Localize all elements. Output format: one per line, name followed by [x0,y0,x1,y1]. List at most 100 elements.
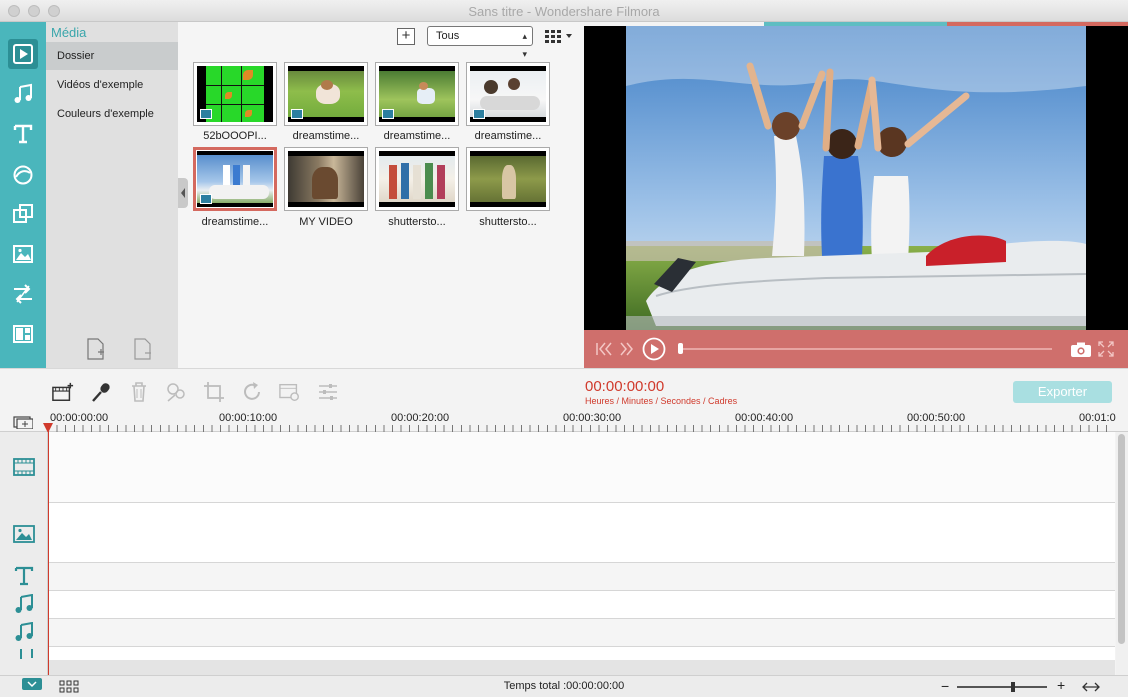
title-bar: Sans titre - Wondershare Filmora [0,0,1128,22]
image-icon [13,525,35,543]
image-type-icon [473,109,485,119]
text-icon [13,124,33,144]
text-track[interactable] [49,563,1115,591]
image-icon [13,245,33,263]
import-media-button[interactable]: + [397,28,415,45]
image-type-icon [200,109,212,119]
zoom-in-button[interactable]: + [1057,677,1065,693]
image-track[interactable] [49,503,1115,563]
text-icon [14,566,34,586]
category-sample-colors[interactable]: Couleurs d'exemple [46,100,178,128]
zoom-slider[interactable] [957,686,1047,688]
media-caption: shuttersto... [479,216,537,228]
view-mode-button[interactable] [544,28,576,44]
ruler-label: 00:00:40:00 [735,412,794,424]
transitions-module-button[interactable] [8,279,38,309]
scene-settings-icon [279,383,299,401]
horizontal-scrollbar[interactable] [49,660,1115,675]
crop-icon [204,382,224,402]
ruler-label: 00:00:50:00 [907,412,966,424]
export-button[interactable]: Exporter [1013,381,1112,403]
fit-timeline-icon[interactable] [1082,682,1100,692]
app-window: Sans titre - Wondershare Filmora Média D… [0,0,1128,697]
media-thumbnail[interactable] [193,62,277,126]
media-library: + Tous ▴ ▾ 52bOOOPI... dreamstime... dre… [178,22,584,368]
scrollbar-thumb[interactable] [1118,434,1125,644]
adjust-button[interactable] [317,381,339,403]
preview-image [626,26,1086,330]
music-track-header[interactable] [11,649,37,659]
crop-button[interactable] [203,381,225,403]
filter-icon [13,165,33,185]
filters-module-button[interactable] [8,160,38,190]
image-track-header[interactable] [11,523,37,545]
media-thumbnail[interactable] [284,62,368,126]
audio-module-button[interactable] [8,79,38,109]
music-note-icon [20,649,33,659]
record-voiceover-button[interactable] [90,381,112,403]
timeline-ruler[interactable]: 00:00:00:00 00:00:10:00 00:00:20:00 00:0… [0,410,1128,433]
text-module-button[interactable] [8,119,38,149]
category-folder[interactable]: Dossier [46,42,178,70]
preview-panel [584,22,1128,368]
video-track-header[interactable] [11,456,37,478]
media-module-button[interactable] [8,39,38,69]
add-track-button[interactable] [52,381,74,403]
play-icon[interactable] [642,337,666,361]
add-media-icon [52,382,74,401]
music-track-header[interactable] [11,621,37,643]
new-folder-button[interactable] [86,338,106,360]
window-title: Sans titre - Wondershare Filmora [468,4,660,19]
rewind-icon[interactable] [596,342,612,356]
add-track-icon[interactable] [13,415,33,429]
scene-settings-button[interactable] [279,381,301,403]
rotate-button[interactable] [241,381,263,403]
scrubber-handle[interactable] [678,343,683,354]
media-icon [13,44,33,64]
music-track[interactable] [49,591,1115,619]
image-type-icon [291,109,303,119]
fast-forward-icon[interactable] [620,342,636,356]
video-track[interactable] [49,432,1115,503]
ruler-label: 00:01:0 [1079,412,1116,424]
module-rail [0,22,46,368]
status-bar: Temps total :00:00:00:00 − + [0,675,1128,697]
collapse-sidebar-button[interactable] [178,178,188,208]
overlays-module-button[interactable] [8,199,38,229]
media-thumbnail-selected[interactable] [193,147,277,211]
media-thumbnail[interactable] [375,147,459,211]
vertical-scrollbar[interactable] [1116,432,1128,675]
zoom-slider-handle[interactable] [1011,682,1015,692]
fullscreen-icon[interactable] [1098,341,1114,357]
text-track-header[interactable] [11,565,37,587]
camera-icon[interactable] [1070,342,1092,358]
plus-icon: + [401,27,411,44]
media-caption: MY VIDEO [299,216,353,228]
delete-folder-button[interactable] [133,338,153,360]
media-caption: dreamstime... [474,130,542,142]
media-thumbnail[interactable] [466,147,550,211]
ruler-label: 00:00:00:00 [50,412,109,424]
ruler-label: 00:00:30:00 [563,412,622,424]
chevron-left-icon [181,188,185,198]
speed-button[interactable] [165,381,187,403]
media-thumbnail[interactable] [466,62,550,126]
preview-viewport[interactable] [626,26,1086,330]
zoom-out-button[interactable]: − [941,678,949,694]
ruler-label: 00:00:10:00 [219,412,278,424]
music-track-header[interactable] [11,593,37,615]
music-track[interactable] [49,619,1115,647]
media-caption: shuttersto... [388,216,446,228]
delete-button[interactable] [128,381,150,403]
playhead-line [48,423,49,675]
media-filter-select[interactable]: Tous ▴ ▾ [427,26,533,59]
media-thumbnail[interactable] [284,147,368,211]
elements-module-button[interactable] [8,239,38,269]
split-screen-module-button[interactable] [8,319,38,349]
media-thumbnail[interactable] [375,62,459,126]
preview-scrubber[interactable] [680,348,1052,350]
category-sample-videos[interactable]: Vidéos d'exemple [46,71,178,99]
media-caption: dreamstime... [292,130,360,142]
remove-file-icon [134,338,151,360]
edit-toolbar: 00:00:00:00 Heures / Minutes / Secondes … [0,368,1128,410]
